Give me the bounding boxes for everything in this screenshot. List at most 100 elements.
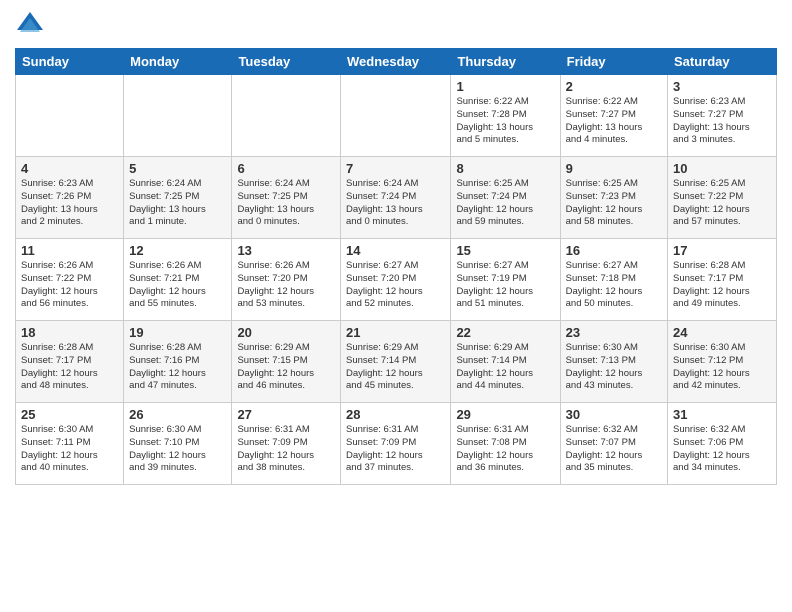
day-info: Sunrise: 6:29 AM Sunset: 7:15 PM Dayligh… <box>237 342 335 393</box>
day-info: Sunrise: 6:23 AM Sunset: 7:26 PM Dayligh… <box>21 178 118 229</box>
calendar-cell: 31 Sunrise: 6:32 AM Sunset: 7:06 PM Dayli… <box>668 403 777 485</box>
day-number: 16 <box>566 243 662 258</box>
day-number: 21 <box>346 325 445 340</box>
calendar-cell: 14Sunrise: 6:27 AM Sunset: 7:20 PM Dayli… <box>341 239 451 321</box>
day-info: Sunrise: 6:23 AM Sunset: 7:27 PM Dayligh… <box>673 96 771 147</box>
day-info: Sunrise: 6:32 AM Sunset: 7:06 PM Dayligh… <box>673 424 771 475</box>
day-info: Sunrise: 6:27 AM Sunset: 7:18 PM Dayligh… <box>566 260 662 311</box>
calendar-cell: 1 Sunrise: 6:22 AM Sunset: 7:28 PM Daylig… <box>451 75 560 157</box>
day-info: Sunrise: 6:25 AM Sunset: 7:22 PM Dayligh… <box>673 178 771 229</box>
calendar-cell: 3 Sunrise: 6:23 AM Sunset: 7:27 PM Daylig… <box>668 75 777 157</box>
day-number: 26 <box>129 407 226 422</box>
day-info: Sunrise: 6:29 AM Sunset: 7:14 PM Dayligh… <box>456 342 554 393</box>
calendar-cell: 18Sunrise: 6:28 AM Sunset: 7:17 PM Dayli… <box>16 321 124 403</box>
day-number: 4 <box>21 161 118 176</box>
day-number: 2 <box>566 79 662 94</box>
calendar-cell: 16 Sunrise: 6:27 AM Sunset: 7:18 PM Dayli… <box>560 239 667 321</box>
day-info: Sunrise: 6:26 AM Sunset: 7:20 PM Dayligh… <box>237 260 335 311</box>
calendar-cell: 11 Sunrise: 6:26 AM Sunset: 7:22 PM Dayli… <box>16 239 124 321</box>
day-header-wednesday: Wednesday <box>341 49 451 75</box>
day-info: Sunrise: 6:28 AM Sunset: 7:17 PM Dayligh… <box>673 260 771 311</box>
day-info: Sunrise: 6:25 AM Sunset: 7:23 PM Dayligh… <box>566 178 662 229</box>
day-info: Sunrise: 6:30 AM Sunset: 7:11 PM Dayligh… <box>21 424 118 475</box>
day-info: Sunrise: 6:24 AM Sunset: 7:24 PM Dayligh… <box>346 178 445 229</box>
calendar-cell: 27 Sunrise: 6:31 AM Sunset: 7:09 PM Dayli… <box>232 403 341 485</box>
calendar-cell <box>16 75 124 157</box>
calendar-cell: 13 Sunrise: 6:26 AM Sunset: 7:20 PM Dayli… <box>232 239 341 321</box>
day-info: Sunrise: 6:30 AM Sunset: 7:13 PM Dayligh… <box>566 342 662 393</box>
calendar-cell: 21 Sunrise: 6:29 AM Sunset: 7:14 PM Dayli… <box>341 321 451 403</box>
day-number: 6 <box>237 161 335 176</box>
day-info: Sunrise: 6:28 AM Sunset: 7:17 PM Dayligh… <box>21 342 118 393</box>
calendar-week-row: 18Sunrise: 6:28 AM Sunset: 7:17 PM Dayli… <box>16 321 777 403</box>
calendar-cell: 25 Sunrise: 6:30 AM Sunset: 7:11 PM Dayli… <box>16 403 124 485</box>
logo <box>15 10 49 40</box>
calendar-cell: 22 Sunrise: 6:29 AM Sunset: 7:14 PM Dayli… <box>451 321 560 403</box>
calendar-cell: 30Sunrise: 6:32 AM Sunset: 7:07 PM Dayli… <box>560 403 667 485</box>
day-number: 23 <box>566 325 662 340</box>
calendar-cell: 5Sunrise: 6:24 AM Sunset: 7:25 PM Daylig… <box>124 157 232 239</box>
calendar-table: SundayMondayTuesdayWednesdayThursdayFrid… <box>15 48 777 485</box>
day-info: Sunrise: 6:28 AM Sunset: 7:16 PM Dayligh… <box>129 342 226 393</box>
day-header-thursday: Thursday <box>451 49 560 75</box>
day-header-friday: Friday <box>560 49 667 75</box>
day-number: 27 <box>237 407 335 422</box>
day-number: 10 <box>673 161 771 176</box>
day-info: Sunrise: 6:31 AM Sunset: 7:08 PM Dayligh… <box>456 424 554 475</box>
calendar-cell: 19 Sunrise: 6:28 AM Sunset: 7:16 PM Dayli… <box>124 321 232 403</box>
calendar-cell: 26Sunrise: 6:30 AM Sunset: 7:10 PM Dayli… <box>124 403 232 485</box>
calendar-cell: 15 Sunrise: 6:27 AM Sunset: 7:19 PM Dayli… <box>451 239 560 321</box>
calendar-week-row: 1 Sunrise: 6:22 AM Sunset: 7:28 PM Daylig… <box>16 75 777 157</box>
day-number: 22 <box>456 325 554 340</box>
calendar-header-row: SundayMondayTuesdayWednesdayThursdayFrid… <box>16 49 777 75</box>
day-number: 8 <box>456 161 554 176</box>
day-number: 5 <box>129 161 226 176</box>
day-number: 13 <box>237 243 335 258</box>
calendar-cell: 8 Sunrise: 6:25 AM Sunset: 7:24 PM Daylig… <box>451 157 560 239</box>
day-number: 7 <box>346 161 445 176</box>
day-number: 29 <box>456 407 554 422</box>
day-info: Sunrise: 6:26 AM Sunset: 7:22 PM Dayligh… <box>21 260 118 311</box>
calendar-cell: 23 Sunrise: 6:30 AM Sunset: 7:13 PM Dayli… <box>560 321 667 403</box>
day-header-sunday: Sunday <box>16 49 124 75</box>
day-number: 17 <box>673 243 771 258</box>
day-number: 19 <box>129 325 226 340</box>
calendar-cell: 6Sunrise: 6:24 AM Sunset: 7:25 PM Daylig… <box>232 157 341 239</box>
day-info: Sunrise: 6:22 AM Sunset: 7:27 PM Dayligh… <box>566 96 662 147</box>
day-info: Sunrise: 6:31 AM Sunset: 7:09 PM Dayligh… <box>346 424 445 475</box>
day-header-tuesday: Tuesday <box>232 49 341 75</box>
day-number: 3 <box>673 79 771 94</box>
page-container: SundayMondayTuesdayWednesdayThursdayFrid… <box>0 0 792 612</box>
day-info: Sunrise: 6:30 AM Sunset: 7:12 PM Dayligh… <box>673 342 771 393</box>
logo-icon <box>15 10 45 40</box>
day-header-monday: Monday <box>124 49 232 75</box>
header <box>15 10 777 40</box>
day-number: 20 <box>237 325 335 340</box>
day-info: Sunrise: 6:27 AM Sunset: 7:19 PM Dayligh… <box>456 260 554 311</box>
calendar-cell <box>341 75 451 157</box>
calendar-cell: 28 Sunrise: 6:31 AM Sunset: 7:09 PM Dayli… <box>341 403 451 485</box>
calendar-cell: 10 Sunrise: 6:25 AM Sunset: 7:22 PM Dayli… <box>668 157 777 239</box>
day-number: 25 <box>21 407 118 422</box>
day-info: Sunrise: 6:29 AM Sunset: 7:14 PM Dayligh… <box>346 342 445 393</box>
day-info: Sunrise: 6:31 AM Sunset: 7:09 PM Dayligh… <box>237 424 335 475</box>
calendar-cell: 12Sunrise: 6:26 AM Sunset: 7:21 PM Dayli… <box>124 239 232 321</box>
day-number: 14 <box>346 243 445 258</box>
day-number: 24 <box>673 325 771 340</box>
day-info: Sunrise: 6:22 AM Sunset: 7:28 PM Dayligh… <box>456 96 554 147</box>
day-info: Sunrise: 6:25 AM Sunset: 7:24 PM Dayligh… <box>456 178 554 229</box>
calendar-cell: 24 Sunrise: 6:30 AM Sunset: 7:12 PM Dayli… <box>668 321 777 403</box>
day-number: 1 <box>456 79 554 94</box>
calendar-cell: 20 Sunrise: 6:29 AM Sunset: 7:15 PM Dayli… <box>232 321 341 403</box>
day-number: 31 <box>673 407 771 422</box>
calendar-cell: 2 Sunrise: 6:22 AM Sunset: 7:27 PM Daylig… <box>560 75 667 157</box>
day-number: 15 <box>456 243 554 258</box>
calendar-cell <box>232 75 341 157</box>
day-header-saturday: Saturday <box>668 49 777 75</box>
day-number: 11 <box>21 243 118 258</box>
day-info: Sunrise: 6:26 AM Sunset: 7:21 PM Dayligh… <box>129 260 226 311</box>
day-number: 9 <box>566 161 662 176</box>
day-number: 28 <box>346 407 445 422</box>
calendar-week-row: 11 Sunrise: 6:26 AM Sunset: 7:22 PM Dayli… <box>16 239 777 321</box>
calendar-week-row: 4 Sunrise: 6:23 AM Sunset: 7:26 PM Daylig… <box>16 157 777 239</box>
